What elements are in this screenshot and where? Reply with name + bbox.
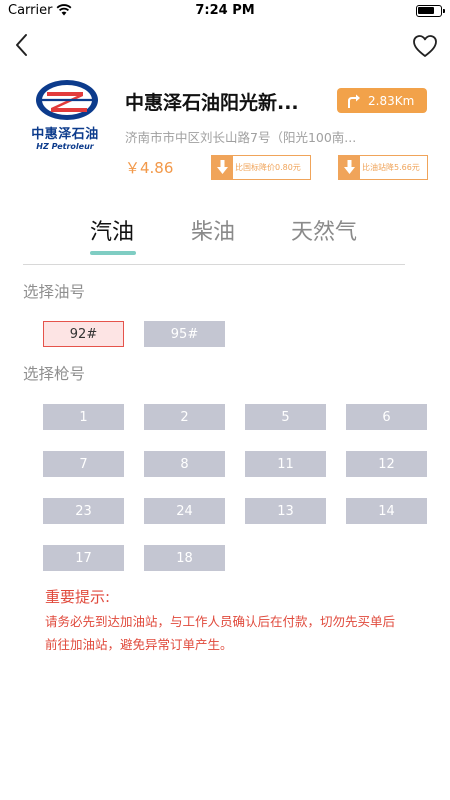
tab-diesel[interactable]: 柴油 [191, 214, 235, 246]
station-name: 中惠泽石油阳光新... [125, 92, 299, 114]
distance-navigate-button[interactable]: 2.83Km [337, 88, 427, 113]
chevron-left-icon [16, 34, 27, 56]
fuel-price: ￥4.86 [125, 159, 174, 177]
battery-icon [416, 5, 445, 17]
gun-option[interactable]: 8 [144, 451, 225, 477]
heart-icon [413, 35, 437, 57]
oil-number-label: 选择油号 [23, 283, 86, 301]
logo-chinese-text: 中惠泽石油 [31, 127, 99, 142]
gun-option[interactable]: 1 [43, 404, 124, 430]
gun-number-label: 选择枪号 [23, 365, 86, 383]
down-arrow-icon [339, 156, 360, 179]
notice-body: 请务必先到达加油站，与工作人员确认后在付款，切勿先买单后前往加油站，避免异常订单… [45, 614, 396, 652]
fuel-type-tabs: 汽油 柴油 天然气 [0, 208, 450, 268]
favorite-button[interactable] [410, 32, 440, 60]
station-address: 济南市市中区刘长山路7号（阳光100南... [125, 130, 357, 145]
tab-natural-gas[interactable]: 天然气 [291, 214, 357, 246]
clock: 7:24 PM [195, 3, 255, 18]
active-tab-indicator [90, 251, 136, 255]
oil-option-95[interactable]: 95# [144, 321, 225, 347]
gun-option[interactable]: 5 [245, 404, 326, 430]
gun-option[interactable]: 23 [43, 498, 124, 524]
gun-option[interactable]: 17 [43, 545, 124, 571]
status-bar: Carrier 7:24 PM [0, 0, 450, 24]
gun-option[interactable]: 18 [144, 545, 225, 571]
oil-option-92[interactable]: 92# [43, 321, 124, 347]
distance-text: 2.83Km [368, 93, 415, 108]
gun-option[interactable]: 13 [245, 498, 326, 524]
gun-option[interactable]: 7 [43, 451, 124, 477]
brand-logo-icon [36, 80, 98, 120]
back-button[interactable] [8, 32, 34, 58]
gun-option[interactable]: 24 [144, 498, 225, 524]
route-turn-icon [348, 94, 360, 108]
gun-option[interactable]: 6 [346, 404, 427, 430]
gun-option[interactable]: 2 [144, 404, 225, 430]
logo-english-text: HZ Petroleur [36, 142, 94, 151]
battery-level-fill [418, 7, 434, 14]
station-logo: 中惠泽石油 HZ Petroleur [22, 78, 108, 164]
notice-title: 重要提示: [45, 588, 111, 606]
tab-divider [23, 264, 405, 265]
gun-option[interactable]: 14 [346, 498, 427, 524]
gun-option[interactable]: 12 [346, 451, 427, 477]
tab-gasoline[interactable]: 汽油 [90, 214, 134, 246]
discount-vs-national-badge: 比国标降价0.80元 [211, 155, 311, 180]
discount-vs-national-text: 比国标降价0.80元 [235, 163, 301, 172]
discount-vs-station-text: 比油站降5.66元 [362, 163, 420, 172]
discount-vs-station-badge: 比油站降5.66元 [338, 155, 428, 180]
gun-option[interactable]: 11 [245, 451, 326, 477]
down-arrow-icon [212, 156, 233, 179]
